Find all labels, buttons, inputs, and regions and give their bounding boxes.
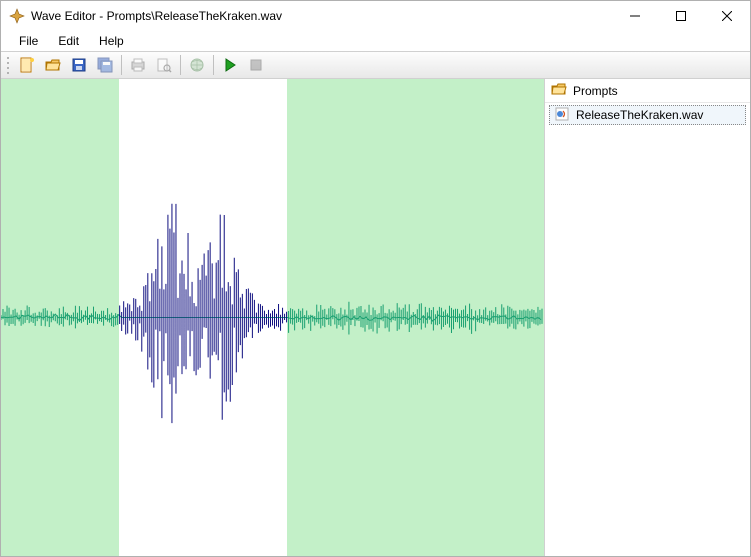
folder-icon (551, 81, 567, 100)
save-icon (71, 57, 87, 73)
save-all-button[interactable] (93, 53, 117, 77)
print-icon (130, 57, 146, 73)
toolbar-separator (121, 55, 122, 75)
menu-bar: File Edit Help (1, 31, 750, 51)
waveform-graphic (1, 79, 544, 556)
wav-file-icon (554, 106, 570, 125)
window-controls (612, 1, 750, 31)
globe-icon (189, 57, 205, 73)
save-all-icon (97, 57, 113, 73)
waveform-pane[interactable] (1, 79, 544, 556)
toolbar-separator (180, 55, 181, 75)
print-button[interactable] (126, 53, 150, 77)
menu-file[interactable]: File (11, 32, 46, 50)
menu-help[interactable]: Help (91, 32, 132, 50)
main-area: Prompts ReleaseTheKraken.wav (1, 79, 750, 556)
title-bar: Wave Editor - Prompts\ReleaseTheKraken.w… (1, 1, 750, 31)
open-button[interactable] (41, 53, 65, 77)
stop-button[interactable] (244, 53, 268, 77)
side-panel: Prompts ReleaseTheKraken.wav (544, 79, 750, 556)
play-button[interactable] (218, 53, 242, 77)
menu-edit[interactable]: Edit (50, 32, 87, 50)
print-preview-button[interactable] (152, 53, 176, 77)
file-name: ReleaseTheKraken.wav (576, 108, 703, 122)
toolbar (1, 51, 750, 79)
app-icon (9, 8, 25, 24)
print-preview-icon (156, 57, 172, 73)
stop-icon (249, 58, 263, 72)
play-icon (223, 58, 237, 72)
file-row[interactable]: ReleaseTheKraken.wav (549, 105, 746, 125)
toolbar-grip[interactable] (5, 55, 11, 75)
new-button[interactable] (15, 53, 39, 77)
side-header[interactable]: Prompts (545, 79, 750, 103)
toolbar-separator (213, 55, 214, 75)
maximize-button[interactable] (658, 1, 704, 31)
save-button[interactable] (67, 53, 91, 77)
side-header-label: Prompts (573, 84, 618, 98)
minimize-button[interactable] (612, 1, 658, 31)
app-window: Wave Editor - Prompts\ReleaseTheKraken.w… (0, 0, 751, 557)
browser-button[interactable] (185, 53, 209, 77)
close-button[interactable] (704, 1, 750, 31)
file-list[interactable]: ReleaseTheKraken.wav (545, 103, 750, 556)
new-file-icon (19, 57, 35, 73)
window-title: Wave Editor - Prompts\ReleaseTheKraken.w… (31, 9, 612, 23)
open-folder-icon (45, 57, 61, 73)
